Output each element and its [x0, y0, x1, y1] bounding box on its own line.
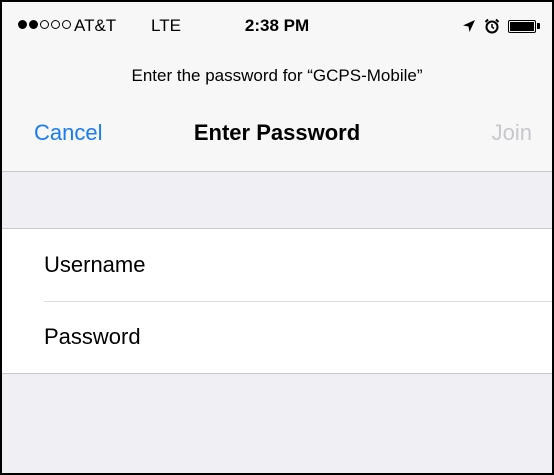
page-title: Enter Password: [193, 120, 361, 145]
battery-icon: [508, 19, 540, 33]
username-field[interactable]: [44, 229, 534, 301]
alarm-clock-icon: [484, 18, 500, 34]
username-row: [2, 229, 552, 301]
status-icons: [462, 15, 540, 37]
top-chrome: AT&T LTE 2:38 PM Enter the password for …: [2, 2, 552, 172]
credentials-form: [2, 228, 552, 374]
password-row: [2, 301, 552, 373]
join-button[interactable]: Join: [492, 120, 532, 146]
navigation-bar: Cancel Enter Password Join: [2, 112, 552, 156]
status-bar: AT&T LTE 2:38 PM: [2, 2, 552, 42]
location-arrow-icon: [463, 20, 475, 32]
password-prompt: Enter the password for “GCPS-Mobile”: [131, 66, 423, 85]
phone-screen: AT&T LTE 2:38 PM Enter the password for …: [0, 0, 554, 475]
password-field[interactable]: [44, 301, 534, 373]
